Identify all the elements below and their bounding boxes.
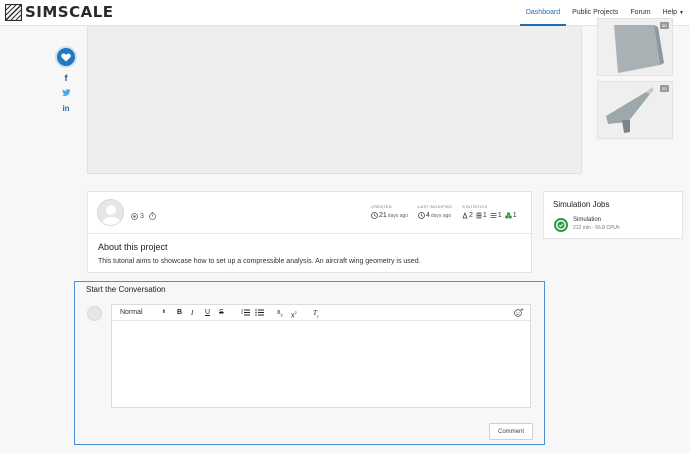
modified-unit: days ago bbox=[430, 212, 452, 219]
nav-dashboard[interactable]: Dashboard bbox=[519, 0, 567, 26]
eye-icon bbox=[131, 212, 138, 220]
author-avatar[interactable] bbox=[97, 199, 124, 226]
mesh-thumbnail[interactable]: 3D bbox=[597, 81, 673, 139]
ordered-list-icon bbox=[240, 309, 250, 316]
view-count: 3 bbox=[131, 212, 156, 220]
created-meta: CREATED 21 days ago bbox=[371, 204, 408, 219]
created-value-row: 21 days ago bbox=[371, 212, 408, 219]
stat-simulations: 1 bbox=[497, 212, 502, 219]
format-select-value: Normal bbox=[120, 309, 143, 316]
strikethrough-button[interactable]: S bbox=[219, 309, 224, 317]
statistics-label: STATISTICS bbox=[462, 204, 488, 209]
created-unit: days ago bbox=[387, 212, 409, 219]
superscript-button[interactable]: x2 bbox=[291, 309, 297, 320]
modified-meta: LAST MODIFIED 4 days ago bbox=[418, 204, 453, 219]
stat-meshes: 1 bbox=[482, 212, 487, 219]
nav-dashboard-label: Dashboard bbox=[525, 9, 561, 16]
conversation-title: Start the Conversation bbox=[86, 285, 166, 294]
nav-forum-label: Forum bbox=[630, 9, 651, 16]
created-value: 21 bbox=[379, 212, 387, 219]
editor-toolbar: Normal ⬍ B I U S x2 x2 Tx bbox=[112, 305, 530, 321]
twitter-bird-shape bbox=[62, 89, 71, 96]
simulation-jobs-card: Simulation Jobs Simulation 212 min - 56.… bbox=[543, 191, 683, 239]
subscript-mark: 2 bbox=[280, 312, 283, 318]
heart-icon bbox=[61, 52, 71, 61]
simscale-logo[interactable]: SIMSCALE bbox=[5, 4, 114, 21]
ordered-list-button[interactable] bbox=[240, 309, 250, 319]
nav-help-label: Help bbox=[662, 9, 678, 16]
underline-button[interactable]: U bbox=[205, 309, 210, 317]
about-description: This tutorial aims to showcase how to se… bbox=[98, 258, 421, 265]
like-button[interactable] bbox=[55, 46, 77, 68]
stopwatch-icon bbox=[149, 212, 156, 220]
italic-button[interactable]: I bbox=[191, 309, 193, 317]
simscale-logo-icon bbox=[5, 4, 22, 21]
top-navigation-bar: SIMSCALE Dashboard Public Projects Forum… bbox=[0, 0, 690, 26]
emoji-button[interactable] bbox=[514, 308, 524, 320]
geometry-stat-icon bbox=[462, 212, 468, 219]
modified-label: LAST MODIFIED bbox=[418, 204, 453, 209]
project-info-card: 3 CREATED 21 days ago LAST MODIFIED 4 da… bbox=[87, 191, 532, 273]
linkedin-icon[interactable]: in bbox=[60, 104, 72, 113]
stat-geometries: 2 bbox=[469, 212, 473, 219]
success-check-icon bbox=[554, 218, 568, 232]
mesh-stat-icon bbox=[476, 212, 482, 219]
job-name-link[interactable]: Simulation bbox=[573, 217, 601, 223]
model-preview-viewer[interactable] bbox=[87, 26, 582, 174]
view-count-value: 3 bbox=[140, 212, 144, 220]
bullet-list-icon bbox=[255, 309, 264, 316]
emoji-add-icon bbox=[514, 308, 524, 317]
card-divider bbox=[88, 233, 531, 234]
clock-icon bbox=[418, 212, 425, 219]
statistics-meta: STATISTICS 2 1 1 1 bbox=[462, 204, 517, 219]
chevron-down-icon: ▼ bbox=[679, 10, 684, 16]
3d-badge: 3D bbox=[659, 22, 669, 29]
user-avatar bbox=[87, 306, 102, 321]
comment-section: Start the Conversation Normal ⬍ B I U S … bbox=[74, 281, 545, 445]
format-select[interactable]: Normal ⬍ bbox=[120, 309, 166, 316]
bullet-list-button[interactable] bbox=[255, 309, 264, 319]
clock-icon bbox=[371, 212, 378, 219]
created-label: CREATED bbox=[371, 204, 392, 209]
brand-name: SIMSCALE bbox=[25, 3, 114, 21]
facebook-icon[interactable]: f bbox=[60, 74, 72, 83]
share-sidebar: f in bbox=[55, 46, 77, 113]
subscript-button[interactable]: x2 bbox=[277, 309, 283, 319]
geometry-thumbnail[interactable]: 3D bbox=[597, 18, 673, 76]
nav-public-projects-label: Public Projects bbox=[572, 9, 619, 16]
comment-button[interactable]: Comment bbox=[489, 423, 533, 440]
comment-textarea[interactable] bbox=[112, 322, 530, 407]
statistics-row: 2 1 1 1 bbox=[462, 212, 517, 219]
clear-format-button[interactable]: Tx bbox=[313, 309, 319, 320]
result-stat-icon bbox=[504, 212, 512, 219]
modified-value-row: 4 days ago bbox=[418, 212, 453, 219]
bold-button[interactable]: B bbox=[177, 309, 182, 317]
stat-results: 1 bbox=[512, 212, 517, 219]
select-arrows-icon: ⬍ bbox=[161, 309, 166, 315]
3d-badge: 3D bbox=[659, 85, 669, 92]
modified-value: 4 bbox=[426, 212, 430, 219]
simulation-stat-icon bbox=[490, 213, 497, 218]
comment-editor: Normal ⬍ B I U S x2 x2 Tx bbox=[111, 304, 531, 408]
job-runtime: 212 min - 56.8 CPUh bbox=[573, 225, 620, 231]
about-title: About this project bbox=[98, 242, 168, 252]
twitter-icon[interactable] bbox=[60, 89, 72, 98]
check-glyph bbox=[557, 221, 565, 229]
superscript-mark: 2 bbox=[294, 310, 297, 315]
clear-format-mark: x bbox=[316, 313, 319, 319]
jobs-title: Simulation Jobs bbox=[553, 200, 610, 209]
